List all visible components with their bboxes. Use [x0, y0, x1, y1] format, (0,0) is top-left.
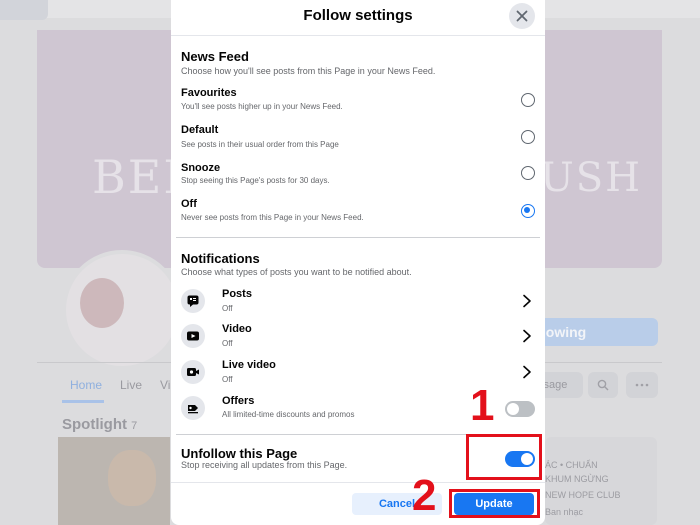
news-feed-title: News Feed	[181, 49, 249, 64]
option-desc: Stop seeing this Page's posts for 30 day…	[181, 176, 330, 185]
more-icon	[635, 383, 649, 387]
video-icon	[181, 324, 205, 348]
notifications-subtitle: Choose what types of posts you want to b…	[181, 267, 412, 277]
following-button: llowing	[528, 318, 658, 346]
annotation-box-toggle	[466, 434, 542, 480]
card-line: ÁC • CHUẨN	[545, 460, 598, 470]
notif-state: Off	[222, 339, 233, 348]
header-divider	[171, 35, 545, 36]
more-button	[626, 372, 658, 398]
search-button	[588, 372, 618, 398]
spotlight-heading: Spotlight 7	[62, 416, 137, 433]
notif-state: Off	[222, 375, 233, 384]
unfollow-desc: Stop receiving all updates from this Pag…	[181, 460, 348, 470]
offers-icon	[181, 396, 205, 420]
card-line: NEW HOPE CLUB	[545, 490, 621, 500]
background-top-button	[0, 0, 48, 20]
section-divider	[176, 237, 540, 238]
page-avatar-image	[80, 278, 124, 328]
chevron-right-icon[interactable]	[521, 294, 533, 308]
card-line: KHUM NGỪNG	[545, 474, 609, 484]
close-button[interactable]	[509, 3, 535, 29]
chevron-right-icon[interactable]	[521, 365, 533, 379]
spotlight-label: Spotlight	[62, 416, 127, 433]
toggle-knob	[507, 403, 519, 415]
close-icon	[516, 10, 528, 22]
option-label: Snooze	[181, 162, 221, 174]
notif-label: Posts	[222, 288, 252, 300]
cover-text-right: USH	[540, 155, 642, 201]
post-icon	[181, 289, 205, 313]
tab-home-underline	[62, 400, 104, 403]
annotation-number-2: 2	[412, 471, 437, 520]
notif-state: All limited-time discounts and promos	[222, 410, 355, 419]
notif-label: Video	[222, 323, 252, 335]
spotlight-count: 7	[131, 420, 138, 432]
notifications-title: Notifications	[181, 251, 260, 266]
notif-label: Offers	[222, 395, 255, 407]
cover-text-left: BEI	[92, 150, 184, 204]
search-icon	[597, 379, 609, 391]
footer-divider	[171, 482, 545, 483]
live-video-icon	[181, 360, 205, 384]
option-label: Off	[181, 198, 197, 210]
radio-snooze[interactable]	[521, 166, 535, 180]
spotlight-card-image	[108, 450, 156, 506]
option-label: Default	[181, 124, 219, 136]
annotation-box-update	[449, 489, 540, 518]
chevron-right-icon[interactable]	[521, 329, 533, 343]
unfollow-label: Unfollow this Page	[181, 446, 298, 461]
tab-home: Home	[70, 378, 103, 392]
annotation-number-1: 1	[470, 381, 495, 430]
option-label: Favourites	[181, 87, 237, 99]
radio-off[interactable]	[521, 204, 535, 218]
offers-toggle[interactable]	[505, 401, 535, 417]
option-desc: See posts in their usual order from this…	[181, 140, 339, 149]
tab-videos: Vi	[160, 378, 171, 392]
card-line: Ban nhạc	[545, 507, 584, 517]
news-feed-subtitle: Choose how you'll see posts from this Pa…	[181, 66, 436, 76]
notif-label: Live video	[222, 359, 276, 371]
radio-default[interactable]	[521, 130, 535, 144]
tab-live: Live	[120, 378, 143, 392]
notif-state: Off	[222, 304, 233, 313]
option-desc: You'll see posts higher up in your News …	[181, 102, 343, 111]
dialog-header: Follow settings	[171, 0, 545, 30]
option-desc: Never see posts from this Page in your N…	[181, 213, 364, 222]
dialog-title: Follow settings	[303, 7, 413, 24]
radio-favourites[interactable]	[521, 93, 535, 107]
